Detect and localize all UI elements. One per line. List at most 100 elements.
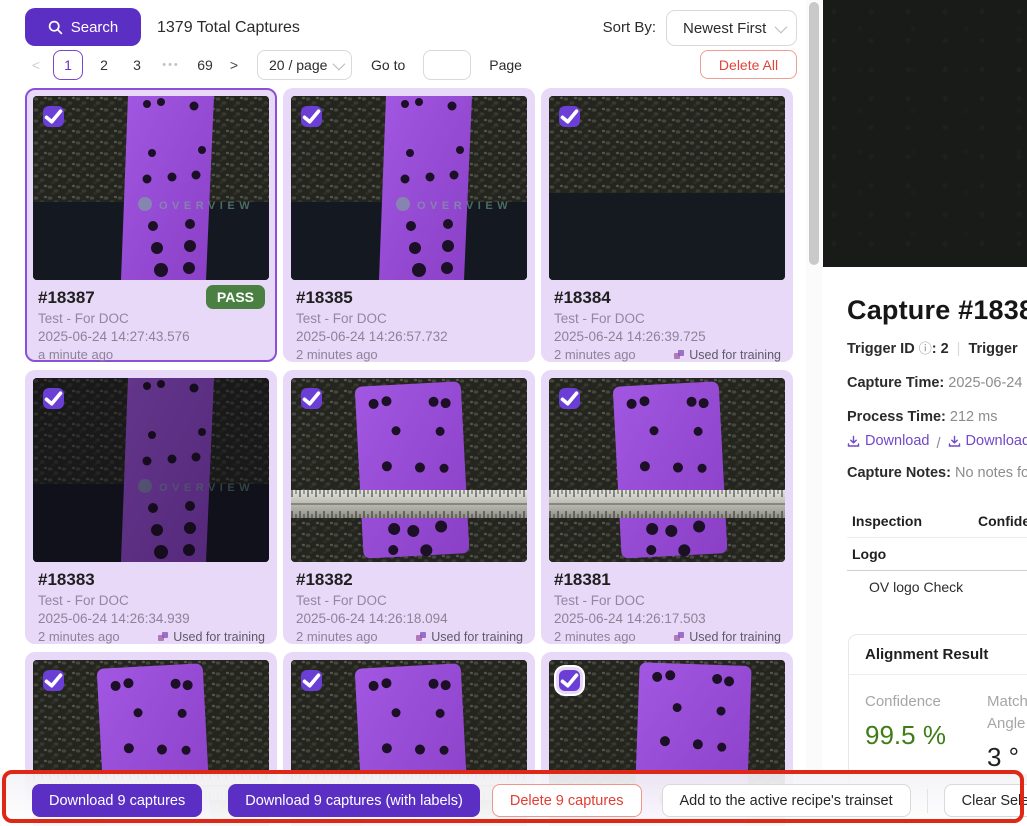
- process-time-line: Process Time: 212 ms: [847, 406, 1027, 429]
- pagination-ellipsis[interactable]: •••: [158, 59, 184, 71]
- download-link[interactable]: Download: [847, 430, 930, 453]
- check-icon: [559, 106, 580, 127]
- capture-thumbnail: [291, 96, 527, 280]
- capture-relative-time: 2 minutes ago: [554, 346, 636, 364]
- scrollbar-thumb[interactable]: [809, 2, 819, 265]
- capture-detail-image[interactable]: [823, 0, 1027, 267]
- sort-select-value: Newest First: [683, 20, 766, 37]
- total-captures-count: 1379 Total Captures: [157, 19, 300, 37]
- pagination: < 1 2 3 ••• 69 > 20 / page Go to Page: [28, 49, 522, 81]
- capture-name: Test - For DOC: [554, 592, 781, 610]
- capture-thumbnail: [549, 378, 785, 562]
- col-confidence: Confidence: [978, 513, 1027, 529]
- capture-checkbox[interactable]: [43, 388, 64, 409]
- capture-name: Test - For DOC: [38, 310, 265, 328]
- capture-timestamp: 2025-06-24 14:26:57.732: [296, 328, 523, 346]
- capture-card[interactable]: #18383 Test - For DOC 2025-06-24 14:26:3…: [25, 370, 277, 644]
- capture-detail-panel: Capture #18387 Trigger ID ⓘ: 2|Trigger C…: [823, 0, 1027, 826]
- capture-checkbox[interactable]: [43, 670, 64, 691]
- capture-checkbox[interactable]: [301, 106, 322, 127]
- search-icon: [48, 20, 63, 35]
- inspection-row[interactable]: OV logo Check 99.5 %: [847, 571, 1027, 603]
- matched-angle-value: 3 °: [987, 742, 1027, 773]
- capture-name: Test - For DOC: [296, 592, 523, 610]
- capture-card[interactable]: #18385 Test - For DOC 2025-06-24 14:26:5…: [283, 88, 535, 362]
- check-icon: [559, 388, 580, 409]
- capture-id: #18384: [554, 287, 781, 309]
- capture-thumbnail: [291, 378, 527, 562]
- chevron-down-icon: [333, 57, 346, 70]
- download-with-labels-link[interactable]: Download (with labels): [948, 430, 1027, 453]
- download-selected-button[interactable]: Download 9 captures: [32, 784, 202, 817]
- capture-checkbox[interactable]: [301, 388, 322, 409]
- sort-by-label: Sort By:: [603, 19, 656, 36]
- delete-selected-button[interactable]: Delete 9 captures: [492, 784, 642, 817]
- prev-page-button[interactable]: <: [28, 57, 44, 73]
- pass-badge: PASS: [206, 285, 265, 309]
- capture-checkbox[interactable]: [559, 106, 580, 127]
- check-icon: [43, 106, 64, 127]
- capture-id: #18385: [296, 287, 523, 309]
- matched-angle-label: Matched Angle: [987, 691, 1027, 735]
- confidence-value: 99.5 %: [865, 720, 961, 751]
- capture-timestamp: 2025-06-24 14:26:18.094: [296, 610, 523, 628]
- check-icon: [301, 388, 322, 409]
- captures-grid: #18387 PASS Test - For DOC 2025-06-24 14…: [25, 88, 795, 826]
- check-icon: [43, 388, 64, 409]
- capture-timestamp: 2025-06-24 14:26:39.725: [554, 328, 781, 346]
- capture-name: Test - For DOC: [38, 592, 265, 610]
- capture-info: #18387 PASS Test - For DOC 2025-06-24 14…: [33, 280, 269, 364]
- capture-id: #18382: [296, 569, 523, 591]
- capture-checkbox[interactable]: [559, 670, 580, 691]
- capture-info: #18381 Test - For DOC 2025-06-24 14:26:1…: [549, 562, 785, 646]
- goto-label: Go to: [371, 57, 405, 73]
- capture-info: #18384 Test - For DOC 2025-06-24 14:26:3…: [549, 280, 785, 364]
- add-to-trainset-button[interactable]: Add to the active recipe's trainset: [662, 784, 911, 817]
- capture-checkbox[interactable]: [301, 670, 322, 691]
- page-2-button[interactable]: 2: [92, 50, 116, 80]
- used-for-training-tag: Used for training: [415, 628, 523, 646]
- page-size-select[interactable]: 20 / page: [257, 50, 352, 80]
- capture-card[interactable]: #18381 Test - For DOC 2025-06-24 14:26:1…: [541, 370, 793, 644]
- alignment-result-card: Alignment Result Confidence 99.5 % Match…: [848, 634, 1027, 796]
- capture-checkbox[interactable]: [43, 106, 64, 127]
- trigger-meta-line: Trigger ID ⓘ: 2|Trigger: [847, 337, 1027, 361]
- training-blocks-icon: [673, 631, 685, 643]
- clear-selection-button[interactable]: Clear Selection: [944, 784, 1027, 817]
- page-1-button[interactable]: 1: [53, 50, 83, 80]
- capture-notes-line: Capture Notes: No notes for this capture: [847, 465, 1027, 481]
- capture-thumbnail: [33, 378, 269, 562]
- page-3-button[interactable]: 3: [125, 50, 149, 80]
- capture-card[interactable]: #18387 PASS Test - For DOC 2025-06-24 14…: [25, 88, 277, 362]
- capture-thumbnail: [33, 96, 269, 280]
- col-inspection: Inspection: [852, 513, 978, 529]
- inspection-group-logo: Logo: [847, 538, 1027, 571]
- next-page-button[interactable]: >: [226, 57, 242, 73]
- capture-detail-title: Capture #18387: [847, 295, 1027, 326]
- delete-all-button[interactable]: Delete All: [700, 50, 797, 79]
- capture-info: #18385 Test - For DOC 2025-06-24 14:26:5…: [291, 280, 527, 364]
- check-icon: [559, 670, 580, 691]
- capture-id: #18381: [554, 569, 781, 591]
- capture-id: #18383: [38, 569, 265, 591]
- inspection-row-name: OV logo Check: [869, 579, 1027, 595]
- confidence-label: Confidence: [865, 691, 961, 713]
- training-blocks-icon: [157, 631, 169, 643]
- capture-card[interactable]: #18382 Test - For DOC 2025-06-24 14:26:1…: [283, 370, 535, 644]
- action-bar-divider: [927, 789, 928, 813]
- page-69-button[interactable]: 69: [193, 50, 217, 80]
- training-blocks-icon: [673, 349, 685, 361]
- inspection-table-header: Inspection Confidence: [847, 507, 1027, 538]
- capture-checkbox[interactable]: [559, 388, 580, 409]
- info-icon[interactable]: ⓘ: [919, 341, 932, 356]
- capture-relative-time: 2 minutes ago: [554, 628, 636, 646]
- download-selected-with-labels-button[interactable]: Download 9 captures (with labels): [228, 784, 480, 817]
- download-links: Download / Download (with labels): [847, 430, 1027, 456]
- sort-select[interactable]: Newest First: [666, 10, 797, 46]
- search-button[interactable]: Search: [25, 8, 141, 46]
- capture-thumbnail: [549, 96, 785, 280]
- capture-card[interactable]: #18384 Test - For DOC 2025-06-24 14:26:3…: [541, 88, 793, 362]
- goto-page-input[interactable]: [423, 50, 471, 80]
- used-for-training-tag: Used for training: [673, 346, 781, 364]
- page-size-value: 20 / page: [269, 57, 327, 73]
